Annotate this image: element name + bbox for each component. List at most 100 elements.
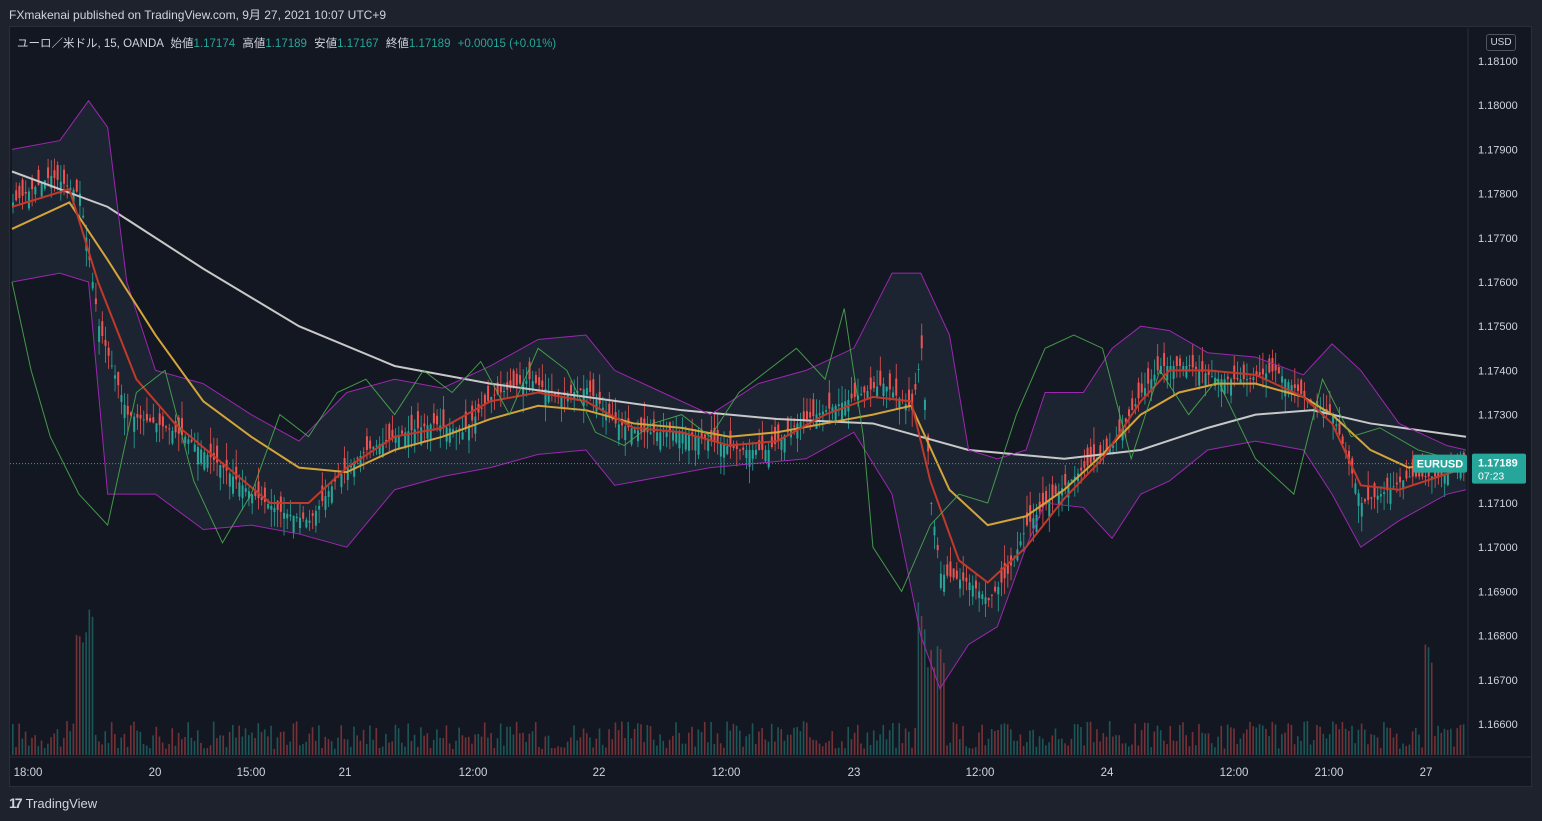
volume-bar: [1137, 745, 1140, 755]
volume-bar: [318, 725, 320, 755]
candle-body: [812, 399, 815, 417]
volume-bar: [1150, 747, 1152, 755]
candle-body: [298, 517, 301, 529]
candle-body: [40, 182, 43, 197]
volume-bar: [1363, 729, 1366, 755]
volume-bar: [18, 723, 20, 755]
candle-body: [997, 586, 1000, 595]
candle-body: [955, 570, 958, 579]
volume-bar: [1166, 744, 1168, 755]
candle-body: [429, 424, 432, 441]
candle-body: [1185, 365, 1188, 378]
volume-bar: [1309, 744, 1312, 755]
price-axis-label: 1.16900: [1478, 586, 1518, 598]
volume-bar: [563, 747, 566, 755]
volume-bar: [321, 748, 323, 755]
volume-bar: [343, 739, 346, 755]
volume-bar: [448, 743, 451, 755]
volume-bar: [1427, 647, 1430, 755]
volume-bar: [911, 747, 913, 755]
candle-body: [94, 298, 97, 305]
currency-button[interactable]: USD: [1486, 34, 1516, 51]
volume-bar: [1389, 727, 1392, 755]
volume-bar: [952, 722, 955, 755]
volume-bar: [828, 740, 830, 755]
volume-bar: [254, 738, 256, 755]
candle-body: [356, 457, 359, 459]
candle-body: [196, 447, 199, 465]
candle-body: [104, 339, 107, 346]
candle-body: [1395, 482, 1398, 485]
volume-bar: [710, 722, 712, 755]
price-axis-label: 1.18100: [1478, 56, 1518, 68]
candle-body: [1252, 377, 1255, 380]
volume-bar: [1073, 723, 1076, 755]
time-axis-label: 12:00: [1220, 767, 1249, 779]
price-chart[interactable]: 1.18100 1.18000 1.17900 1.17800 1.17700 1.176…: [0, 0, 1542, 821]
candle-body: [107, 347, 110, 356]
volume-bar: [196, 730, 199, 755]
volume-bar: [697, 729, 700, 755]
candle-body: [327, 491, 330, 497]
candle-body: [503, 391, 506, 393]
volume-bar: [1194, 745, 1197, 755]
volume-bar: [774, 741, 776, 755]
volume-bar: [949, 742, 952, 755]
price-axis-label: 1.17900: [1478, 144, 1518, 156]
volume-bar: [987, 738, 990, 755]
candle-body: [809, 412, 812, 418]
candle-body: [432, 413, 435, 424]
volume-bar: [1328, 734, 1331, 755]
candle-body: [885, 386, 888, 392]
volume-bar: [276, 737, 279, 755]
candle-body: [270, 505, 273, 510]
volume-bar: [1188, 746, 1191, 755]
volume-bar: [850, 739, 853, 755]
volume-bar: [1335, 724, 1337, 755]
candle-body: [471, 405, 474, 421]
volume-bar: [499, 723, 502, 755]
volume-bar: [27, 745, 30, 755]
volume-bar: [1277, 748, 1280, 755]
volume-bar: [410, 741, 413, 755]
volume-bar: [1054, 728, 1057, 755]
candle-body: [24, 191, 27, 194]
candle-body: [244, 488, 247, 492]
candle-body: [892, 392, 895, 398]
candle-body: [681, 432, 684, 444]
volume-bar: [990, 729, 993, 755]
volume-bar: [869, 744, 872, 755]
price-axis-label: 1.17700: [1478, 233, 1518, 245]
volume-bar: [1332, 721, 1334, 755]
volume-bar: [573, 725, 575, 755]
volume-bar: [1089, 721, 1092, 755]
candle-body: [82, 215, 85, 218]
volume-bar: [114, 733, 116, 755]
candle-body: [617, 424, 620, 441]
volume-bar: [1268, 736, 1270, 755]
volume-bar: [665, 747, 668, 755]
volume-bar: [1223, 748, 1226, 755]
time-axis-label: 20: [149, 767, 162, 779]
candle-body: [499, 386, 502, 393]
candle-body: [869, 377, 872, 390]
candle-body: [1188, 364, 1191, 366]
volume-bar: [72, 723, 75, 755]
candle-body: [936, 544, 939, 551]
candle-body: [318, 505, 321, 510]
volume-bar: [1319, 726, 1321, 755]
candle-body: [241, 485, 244, 499]
candle-body: [123, 404, 126, 419]
candle-body: [965, 577, 968, 582]
footer-brand[interactable]: 17 TradingView: [9, 795, 97, 811]
candle-body: [1360, 503, 1363, 517]
volume-bar: [1357, 729, 1360, 755]
candle-body: [232, 476, 235, 494]
candle-body: [75, 179, 78, 192]
volume-bar: [1038, 736, 1041, 755]
candle-body: [145, 413, 148, 421]
volume-bar: [758, 731, 760, 755]
candle-body: [1424, 476, 1427, 478]
candle-body: [206, 454, 209, 468]
volume-bar: [684, 743, 687, 755]
